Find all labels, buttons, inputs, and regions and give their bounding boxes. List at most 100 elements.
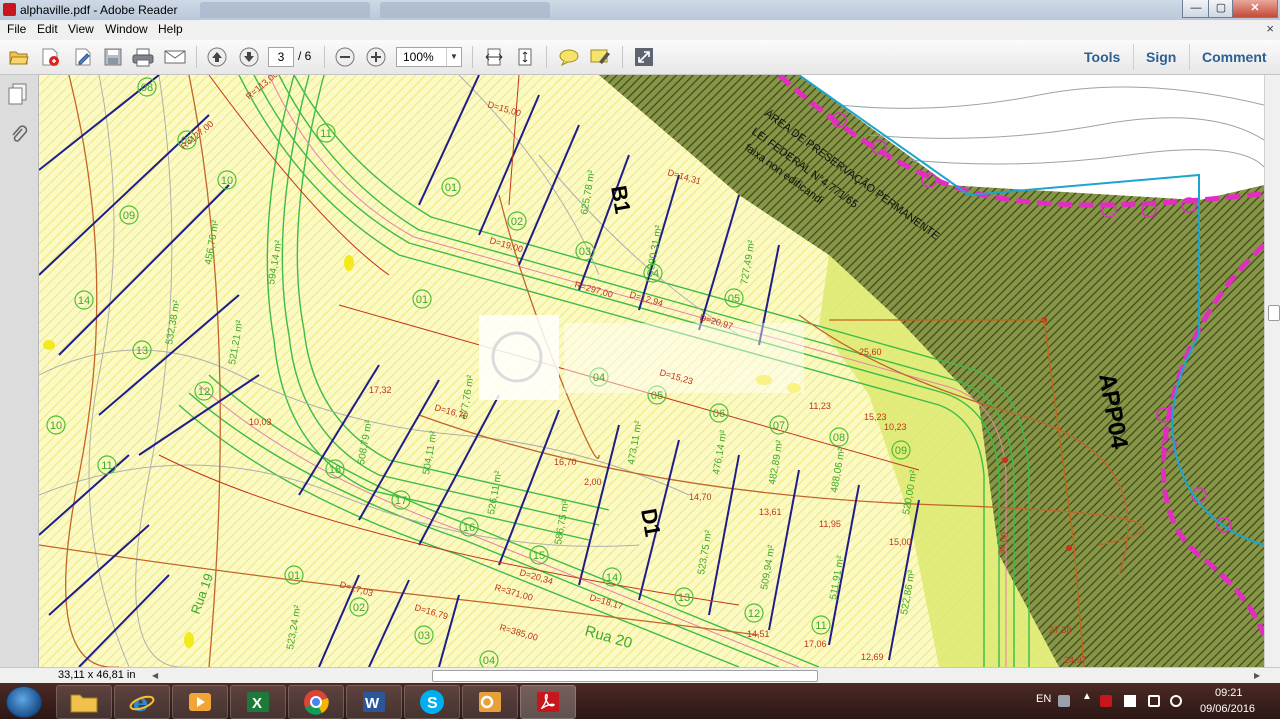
close-document-icon[interactable]: × xyxy=(1266,21,1274,36)
open-button[interactable] xyxy=(8,46,30,68)
file-explorer-taskbar-button[interactable] xyxy=(56,685,112,719)
pdf-document-view[interactable]: 08 09 10 09 14 13 12 10 11 11 01 02 03 0… xyxy=(39,75,1264,667)
maximize-button[interactable]: ▢ xyxy=(1208,0,1234,18)
taskbar: e X W S EN ▲ 09:21 09/06/2016 xyxy=(0,683,1280,719)
lot-number: 03 xyxy=(418,630,430,642)
lot-number: 12 xyxy=(198,386,210,398)
create-pdf-button[interactable] xyxy=(39,46,61,68)
email-button[interactable] xyxy=(164,46,186,68)
zoom-out-button[interactable] xyxy=(334,46,356,68)
horizontal-scroll-thumb[interactable] xyxy=(432,670,818,682)
next-page-button[interactable] xyxy=(238,46,260,68)
action-center-icon[interactable] xyxy=(1148,695,1160,707)
menu-window[interactable]: Window xyxy=(105,22,148,36)
comment-link[interactable]: Comment xyxy=(1202,49,1267,65)
lot-number: 13 xyxy=(678,592,690,604)
expand-button[interactable] xyxy=(633,46,655,68)
internet-explorer-taskbar-button[interactable]: e xyxy=(114,685,170,719)
network-icon[interactable] xyxy=(1170,695,1182,707)
window-title: alphaville.pdf - Adobe Reader xyxy=(20,3,178,17)
title-bar: alphaville.pdf - Adobe Reader — ▢ ✕ xyxy=(0,0,1280,20)
excel-taskbar-button[interactable]: X xyxy=(230,685,286,719)
page-thumbnails-icon[interactable] xyxy=(8,83,28,108)
windows-flag-icon[interactable] xyxy=(1124,695,1136,707)
menu-edit[interactable]: Edit xyxy=(37,22,58,36)
tools-link[interactable]: Tools xyxy=(1084,49,1120,65)
dimension-label: 25,60 xyxy=(859,347,882,357)
lot-number: 07 xyxy=(773,420,785,432)
keyboard-icon[interactable] xyxy=(1058,695,1070,707)
chrome-icon xyxy=(304,690,329,715)
lot-number: 01 xyxy=(416,294,428,306)
start-button[interactable] xyxy=(6,686,42,718)
edit-pdf-button[interactable] xyxy=(72,46,94,68)
dimension-label: 16,70 xyxy=(554,457,577,467)
save-icon xyxy=(104,48,122,66)
outlook-icon xyxy=(479,692,501,712)
background-window-tab[interactable] xyxy=(380,2,550,18)
lot-number: 11 xyxy=(101,460,112,472)
minimize-button[interactable]: — xyxy=(1182,0,1210,18)
lot-number: 10 xyxy=(221,175,233,187)
lot-number: 01 xyxy=(445,182,457,194)
skype-taskbar-button[interactable]: S xyxy=(404,685,460,719)
dimension-label: 24,97 xyxy=(1064,655,1087,665)
menu-view[interactable]: View xyxy=(68,22,94,36)
adobe-tray-icon[interactable] xyxy=(1100,695,1112,707)
adobe-reader-icon xyxy=(3,3,16,16)
sticky-note-button[interactable] xyxy=(558,46,580,68)
highlight-button[interactable] xyxy=(589,46,611,68)
vertical-scrollbar[interactable] xyxy=(1264,75,1280,667)
arrow-up-circle-icon xyxy=(207,47,227,67)
chrome-taskbar-button[interactable] xyxy=(288,685,344,719)
previous-page-button[interactable] xyxy=(206,46,228,68)
word-taskbar-button[interactable]: W xyxy=(346,685,402,719)
lot-number: 15 xyxy=(533,550,545,562)
lot-number: 08 xyxy=(141,82,153,94)
dimension-label: 11,95 xyxy=(819,519,841,529)
folder-open-icon xyxy=(9,51,29,65)
attachments-paperclip-icon[interactable] xyxy=(8,123,28,148)
menu-bar: File Edit View Window Help × xyxy=(0,20,1280,40)
outlook-taskbar-button[interactable] xyxy=(462,685,518,719)
word-icon: W xyxy=(363,692,385,712)
dimension-label: 10,03 xyxy=(249,417,272,427)
scroll-left-arrow-icon[interactable]: ◀ xyxy=(152,671,158,680)
clock-date[interactable]: 09/06/2016 xyxy=(1200,703,1255,715)
chevron-down-icon[interactable]: ▼ xyxy=(446,48,461,66)
language-indicator[interactable]: EN xyxy=(1036,693,1051,705)
menu-file[interactable]: File xyxy=(7,22,26,36)
minus-circle-icon xyxy=(335,47,355,67)
scroll-right-arrow-icon[interactable]: ▶ xyxy=(1254,671,1260,680)
media-player-taskbar-button[interactable] xyxy=(172,685,228,719)
fit-page-button[interactable] xyxy=(514,46,536,68)
lot-number: 04 xyxy=(593,372,605,384)
dimension-label: 17,32 xyxy=(369,385,392,395)
clock-time[interactable]: 09:21 xyxy=(1215,687,1243,699)
dimension-label: 14,51 xyxy=(747,629,770,639)
fit-width-button[interactable] xyxy=(483,46,505,68)
watermark-logo xyxy=(479,315,559,400)
dimension-label: 15,23 xyxy=(864,412,887,422)
create-pdf-icon xyxy=(42,48,59,66)
zoom-in-button[interactable] xyxy=(365,46,387,68)
page-number-input[interactable]: 3 xyxy=(268,47,294,67)
arrow-down-circle-icon xyxy=(239,47,259,67)
menu-help[interactable]: Help xyxy=(158,22,183,36)
svg-text:W: W xyxy=(365,695,380,712)
save-button[interactable] xyxy=(102,46,124,68)
print-button[interactable] xyxy=(132,46,154,68)
lot-number: 14 xyxy=(606,572,618,584)
background-window-tab[interactable] xyxy=(200,2,370,18)
show-hidden-icons-chevron-icon[interactable]: ▲ xyxy=(1082,691,1092,702)
zoom-select[interactable]: 100% ▼ xyxy=(396,47,462,67)
adobe-reader-taskbar-button[interactable] xyxy=(520,685,576,719)
status-bar: 33,11 x 46,81 in ◀ ▶ xyxy=(0,667,1280,684)
toolbar: 3 / 6 100% ▼ Tools Sign Comment xyxy=(0,40,1280,75)
block-label-b1: B1 xyxy=(606,184,636,216)
dimension-label: 27,38 xyxy=(1049,625,1072,635)
close-button[interactable]: ✕ xyxy=(1232,0,1278,18)
sign-link[interactable]: Sign xyxy=(1146,49,1176,65)
vertical-scroll-thumb[interactable] xyxy=(1268,305,1280,321)
lot-number: 04 xyxy=(483,655,495,667)
